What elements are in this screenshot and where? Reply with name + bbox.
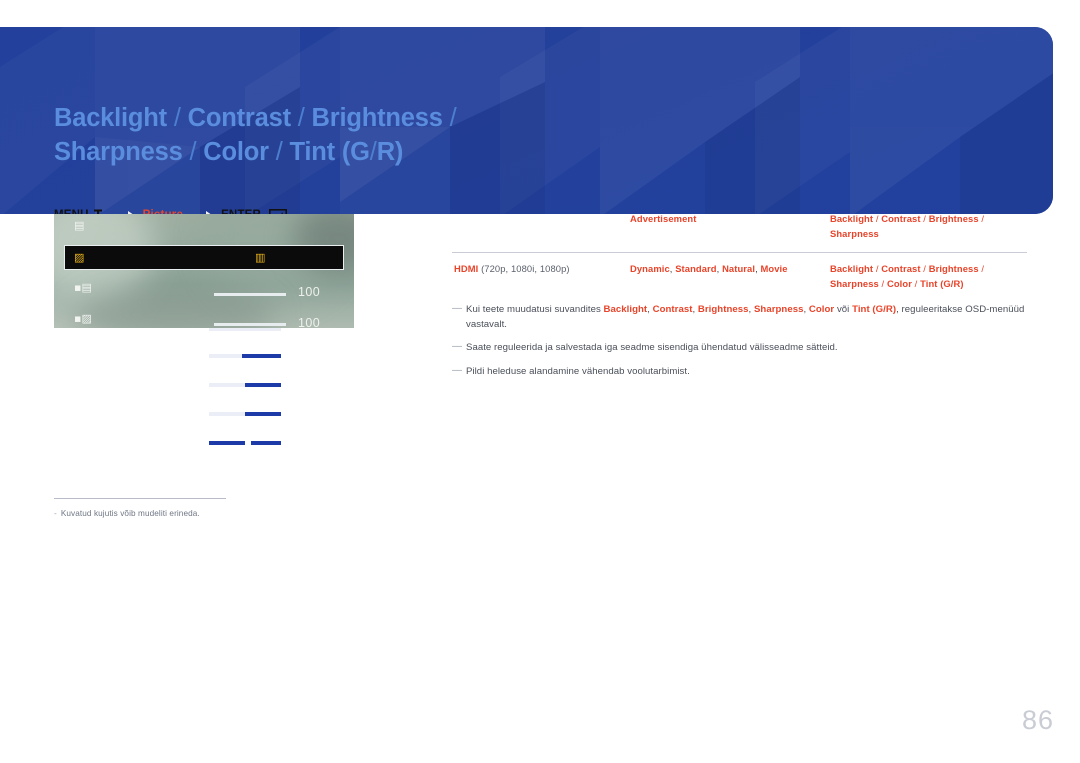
- note-item-1: — Kui teete muudatusi suvandites Backligh…: [452, 303, 1030, 332]
- stray-slider-fill-4: [245, 412, 281, 416]
- lock-icon: ▥: [255, 251, 266, 264]
- note-dash-icon: —: [452, 303, 462, 314]
- page-title-line-1: Backlight / Contrast / Brightness /: [54, 104, 457, 132]
- note-item-2: — Saate reguleerida ja salvestada iga sea…: [452, 341, 1030, 356]
- note-item-3: — Pildi heleduse alandamine vähendab vool…: [452, 365, 1030, 380]
- cell-source-3-note: (720p, 1080i, 1080p): [481, 263, 570, 274]
- arrow-right-icon-2: [191, 210, 213, 214]
- note-1-t5: või: [834, 304, 853, 315]
- note-dash-icon-2: —: [452, 341, 462, 352]
- table-row: HDMI (720p, 1080i, 1080p) Dynamic, Stand…: [452, 252, 1027, 302]
- note-1-term-color: Color: [808, 304, 835, 315]
- page-title: Backlight / Contrast / Brightness / Shar…: [54, 101, 694, 169]
- breadcrumb-menu-label: MENU: [54, 209, 89, 214]
- cell-picture-mode-3: Dynamic, Standard, Natural, Movie: [628, 252, 828, 302]
- stray-slider-fill-3: [245, 383, 281, 387]
- left-note-text: Kuvatud kujutis võib mudeliti erineda.: [60, 509, 200, 518]
- note-3-text: Pildi heleduse alandamine vähendab voolu…: [466, 365, 690, 377]
- picture-mode-icon: ▨: [74, 251, 85, 264]
- osd-slider-contrast: [214, 323, 286, 326]
- note-1-prefix: Kui teete muudatusi suvandites: [466, 304, 604, 315]
- picture-icon: ▤: [74, 219, 85, 232]
- note-dash-icon-3: —: [452, 364, 462, 376]
- note-1-term-sharpness: Sharpness: [753, 304, 804, 315]
- menu-icon: [93, 209, 103, 214]
- breadcrumb-picture-label: Picture: [143, 209, 183, 214]
- stray-slider-fill-5a: [209, 441, 245, 445]
- stray-slider-fill-5b: [251, 441, 281, 445]
- osd-highlighted-row: [64, 245, 344, 270]
- breadcrumb-enter-label: ENTER: [221, 209, 261, 214]
- stray-slider-track-3: [209, 383, 245, 387]
- stray-slider-fill-2: [242, 354, 281, 358]
- note-1-term-tint: Tint (G/R): [852, 304, 897, 315]
- contrast-icon: ▪▨: [74, 312, 92, 325]
- osd-value-contrast: 100: [298, 316, 321, 328]
- note-1-term-backlight: Backlight: [603, 304, 648, 315]
- left-note: - Kuvatud kujutis võib mudeliti erineda.: [54, 507, 354, 520]
- backlight-icon: ▪▤: [74, 281, 92, 294]
- cell-adjustable-3: Backlight / Contrast / Brightness / Shar…: [828, 252, 1027, 302]
- note-1-term-contrast: Contrast: [652, 304, 693, 315]
- left-note-bullet: -: [54, 509, 57, 518]
- page-title-line-2: Sharpness / Color / Tint (G/R): [54, 138, 404, 166]
- stray-slider-track-2: [209, 354, 242, 358]
- note-2-text: Saate reguleerida ja salvestada iga sead…: [466, 342, 838, 353]
- left-note-divider: [54, 498, 226, 499]
- enter-return-icon: [269, 209, 288, 214]
- page-header-banner: Backlight / Contrast / Brightness / Shar…: [0, 27, 1053, 214]
- osd-screenshot-image: ▤ ▨ ▥ ▪▤ 100 ▪▨ 100: [54, 213, 354, 328]
- notes-list: — Kui teete muudatusi suvandites Backligh…: [452, 303, 1030, 388]
- page-number: 86: [1021, 705, 1054, 735]
- arrow-right-icon: [113, 210, 135, 214]
- cell-source-3-bold: HDMI: [454, 263, 479, 274]
- note-1-term-brightness: Brightness: [697, 304, 749, 315]
- stray-slider-track-4: [209, 412, 245, 416]
- osd-slider-backlight: [214, 293, 286, 296]
- breadcrumb: MENU Picture ENTER: [54, 209, 288, 214]
- cell-source-3: HDMI (720p, 1080i, 1080p): [452, 252, 628, 302]
- osd-value-backlight: 100: [298, 285, 321, 299]
